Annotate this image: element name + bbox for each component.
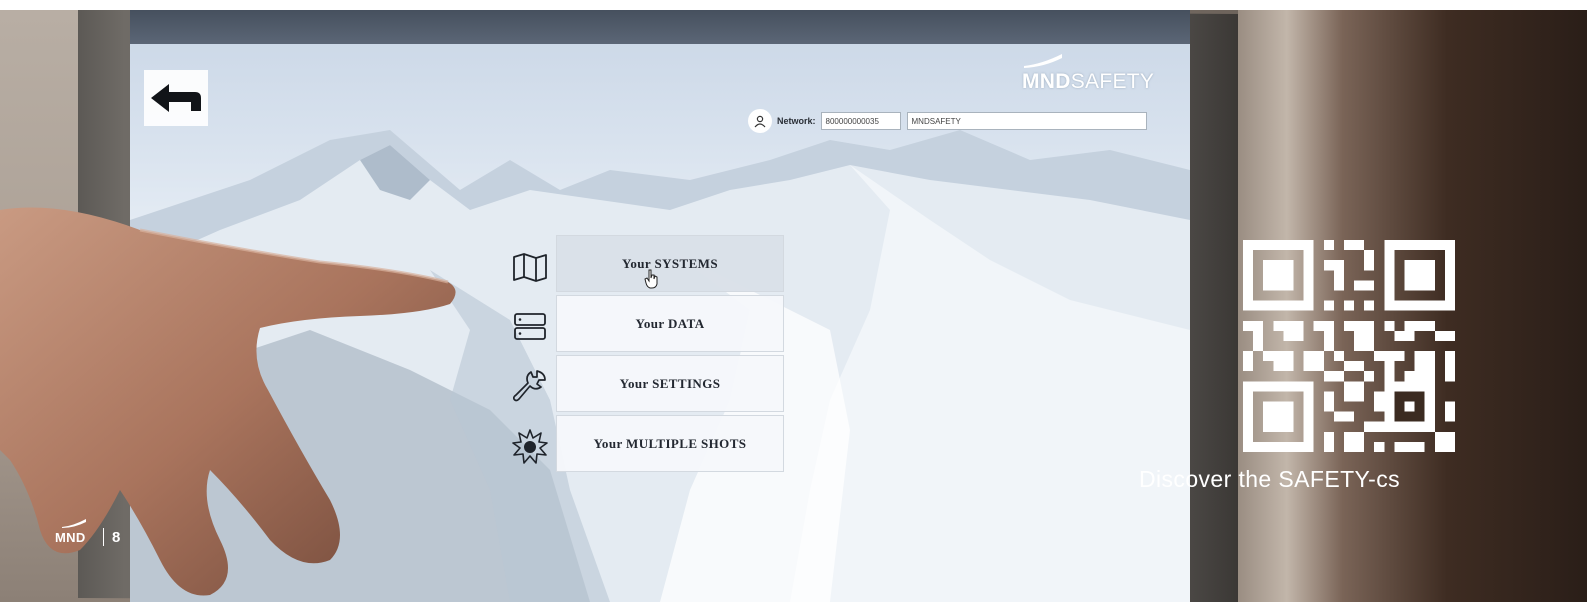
server-icon [510,307,550,347]
network-label: Network: [777,116,816,126]
map-icon [510,247,550,287]
menu-row-systems: Your SYSTEMS [510,235,810,295]
slide-footer: MND 8 [55,518,120,548]
explosion-icon [510,427,550,467]
your-data-button[interactable]: Your DATA [556,295,784,352]
menu-row-multiple-shots: Your MULTIPLE SHOTS [510,415,810,475]
footer-separator [103,528,104,546]
hand-cursor-icon [644,269,658,289]
user-icon[interactable] [748,109,772,133]
back-button[interactable] [144,70,208,126]
network-bar: Network: 800000000035 MNDSAFETY [748,108,1147,134]
back-arrow-icon [151,84,201,112]
wrench-icon [510,367,550,407]
footer-logo-text: MND [55,530,86,545]
your-systems-button[interactable]: Your SYSTEMS [556,235,784,292]
qr-caption: Discover the SAFETY-cs [1139,466,1401,492]
qr-code[interactable] [1243,240,1455,452]
footer-logo-swoosh-icon [62,519,86,528]
footer-logo: MND [55,518,91,548]
your-settings-button[interactable]: Your SETTINGS [556,355,784,412]
menu-row-data: Your DATA [510,295,810,355]
menu-row-settings: Your SETTINGS [510,355,810,415]
your-multiple-shots-button[interactable]: Your MULTIPLE SHOTS [556,415,784,472]
network-id-field[interactable]: 800000000035 [820,112,901,130]
screen-top-bar [130,10,1190,44]
logo-swoosh-icon [1024,54,1062,68]
main-menu: Your SYSTEMS Your DATA Your SETTINGS You… [510,235,810,475]
logo-text: MNDSAFETY [1022,70,1155,93]
page-number: 8 [112,528,121,546]
network-name-field[interactable]: MNDSAFETY [906,112,1147,130]
mnd-safety-logo: MNDSAFETY [1022,52,1155,98]
